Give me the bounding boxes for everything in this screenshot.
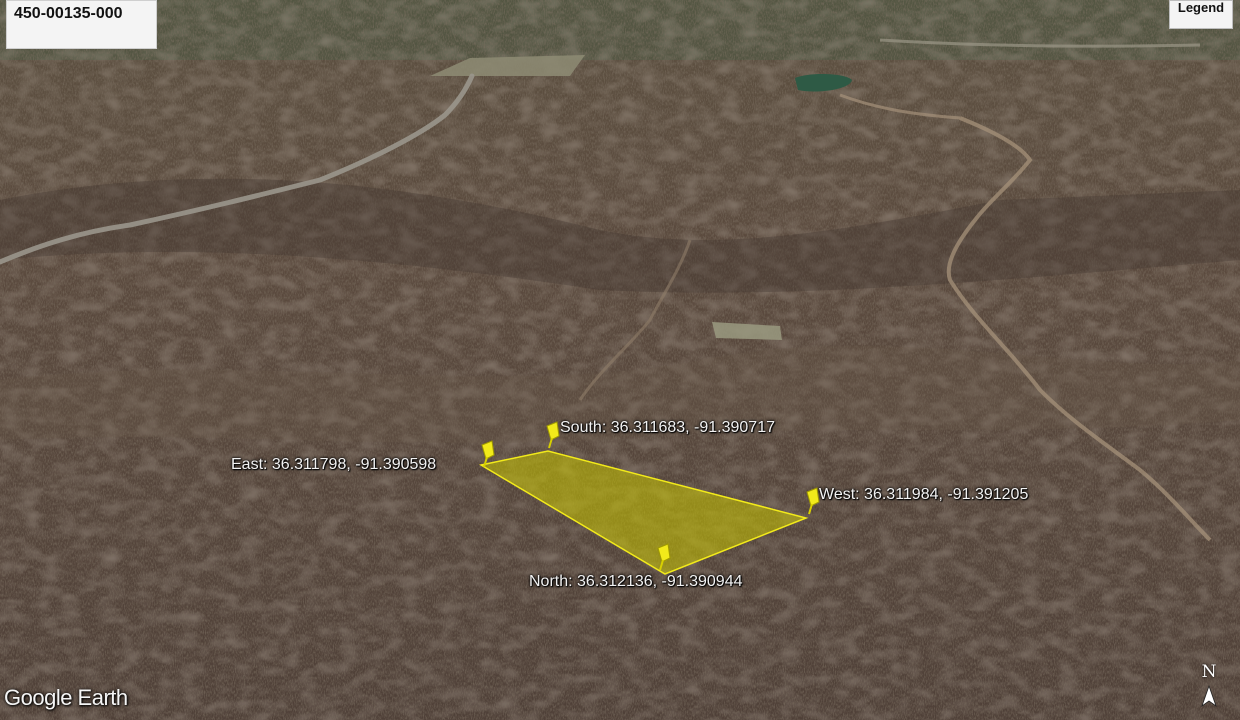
parcel-id-panel: 450-00135-000 — [6, 0, 157, 49]
compass[interactable]: N — [1194, 662, 1224, 712]
east-coordinate-label: East: 36.311798, -91.390598 — [231, 456, 437, 473]
legend-button[interactable]: Legend — [1169, 0, 1233, 29]
compass-arrow-icon — [1201, 684, 1217, 708]
west-coordinate-label: West: 36.311984, -91.391205 — [819, 486, 1029, 503]
satellite-terrain-view[interactable] — [0, 0, 1240, 720]
google-earth-logo: Google Earth — [4, 685, 128, 710]
parcel-id: 450-00135-000 — [14, 5, 123, 22]
north-coordinate-label: North: 36.312136, -91.390944 — [529, 573, 743, 590]
south-coordinate-label: South: 36.311683, -91.390717 — [560, 419, 775, 436]
